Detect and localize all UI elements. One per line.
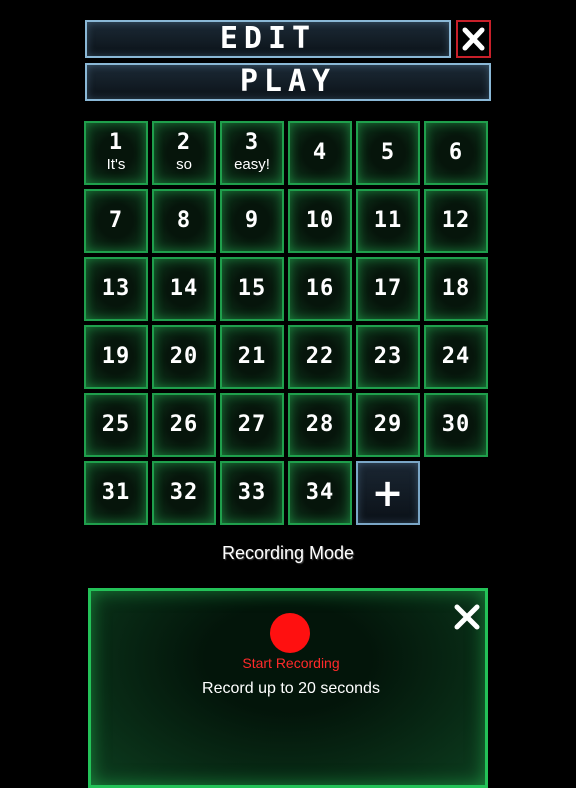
sound-button[interactable]: 25 xyxy=(84,393,148,457)
sound-button[interactable]: 13 xyxy=(84,257,148,321)
play-button[interactable]: PLAY xyxy=(85,63,491,101)
sound-button[interactable]: 3 easy! xyxy=(220,121,284,185)
sound-button-number: 22 xyxy=(305,344,335,369)
sound-button-number: 18 xyxy=(441,276,471,301)
sound-button[interactable]: 10 xyxy=(288,189,352,253)
sound-button-caption: It's xyxy=(106,156,126,173)
sound-button[interactable]: 15 xyxy=(220,257,284,321)
sound-button[interactable]: 14 xyxy=(152,257,216,321)
sound-button-number: 13 xyxy=(101,276,131,301)
sound-button[interactable]: 2 so xyxy=(152,121,216,185)
sound-button[interactable]: 34 xyxy=(288,461,352,525)
sound-button-number: 3 xyxy=(244,130,260,155)
sound-button[interactable]: 8 xyxy=(152,189,216,253)
add-sound-button[interactable]: + xyxy=(356,461,420,525)
sound-button-grid: 1 It's 2 so 3 easy! 4 5 6 7 8 9 10 11 12 13 14 15 16 17 18 19… xyxy=(84,121,488,525)
sound-button-number: 2 xyxy=(176,130,192,155)
plus-icon: + xyxy=(371,471,405,515)
sound-button-caption: so xyxy=(176,156,192,173)
close-icon[interactable] xyxy=(453,603,481,631)
sound-button[interactable]: 32 xyxy=(152,461,216,525)
sound-button-number: 29 xyxy=(373,412,403,437)
sound-button[interactable]: 29 xyxy=(356,393,420,457)
sound-button-number: 32 xyxy=(169,480,199,505)
close-button[interactable] xyxy=(456,20,491,58)
sound-button-number: 11 xyxy=(373,208,403,233)
sound-button-number: 5 xyxy=(380,140,396,165)
sound-button[interactable]: 16 xyxy=(288,257,352,321)
sound-button-number: 23 xyxy=(373,344,403,369)
sound-button[interactable]: 7 xyxy=(84,189,148,253)
sound-button-number: 30 xyxy=(441,412,471,437)
record-button[interactable] xyxy=(270,613,310,653)
sound-button[interactable]: 27 xyxy=(220,393,284,457)
sound-button-number: 19 xyxy=(101,344,131,369)
sound-button[interactable]: 1 It's xyxy=(84,121,148,185)
sound-button[interactable]: 17 xyxy=(356,257,420,321)
sound-button[interactable]: 30 xyxy=(424,393,488,457)
sound-button[interactable]: 5 xyxy=(356,121,420,185)
sound-button-number: 14 xyxy=(169,276,199,301)
recording-panel: Start Recording Record up to 20 seconds xyxy=(88,588,488,788)
sound-button[interactable]: 9 xyxy=(220,189,284,253)
sound-button-number: 28 xyxy=(305,412,335,437)
sound-button[interactable]: 24 xyxy=(424,325,488,389)
sound-button[interactable]: 4 xyxy=(288,121,352,185)
recording-description: Record up to 20 seconds xyxy=(202,680,380,697)
sound-button[interactable]: 22 xyxy=(288,325,352,389)
sound-button-number: 21 xyxy=(237,344,267,369)
sound-button-number: 34 xyxy=(305,480,335,505)
sound-button[interactable]: 20 xyxy=(152,325,216,389)
sound-button[interactable]: 12 xyxy=(424,189,488,253)
sound-button[interactable]: 26 xyxy=(152,393,216,457)
sound-button-number: 6 xyxy=(448,140,464,165)
sound-button-number: 16 xyxy=(305,276,335,301)
sound-button-number: 1 xyxy=(108,130,124,155)
sound-button-number: 17 xyxy=(373,276,403,301)
sound-button-number: 8 xyxy=(176,208,192,233)
start-recording-label[interactable]: Start Recording xyxy=(91,655,491,671)
sound-button[interactable]: 21 xyxy=(220,325,284,389)
sound-button-number: 10 xyxy=(305,208,335,233)
sound-button-number: 9 xyxy=(244,208,260,233)
sound-button[interactable]: 33 xyxy=(220,461,284,525)
sound-button[interactable]: 19 xyxy=(84,325,148,389)
sound-button-number: 15 xyxy=(237,276,267,301)
sound-button[interactable]: 23 xyxy=(356,325,420,389)
sound-button[interactable]: 31 xyxy=(84,461,148,525)
sound-button[interactable]: 6 xyxy=(424,121,488,185)
sound-button-number: 7 xyxy=(108,208,124,233)
recording-mode-label: Recording Mode xyxy=(221,543,355,563)
sound-button-number: 24 xyxy=(441,344,471,369)
sound-button[interactable]: 18 xyxy=(424,257,488,321)
sound-button-caption: easy! xyxy=(234,156,270,173)
edit-button[interactable]: EDIT xyxy=(85,20,451,58)
sound-button-number: 31 xyxy=(101,480,131,505)
sound-button[interactable]: 28 xyxy=(288,393,352,457)
sound-button-number: 26 xyxy=(169,412,199,437)
sound-button-number: 25 xyxy=(101,412,131,437)
sound-button-number: 20 xyxy=(169,344,199,369)
sound-button-number: 4 xyxy=(312,140,328,165)
sound-button[interactable]: 11 xyxy=(356,189,420,253)
sound-button-number: 12 xyxy=(441,208,471,233)
sound-button-number: 27 xyxy=(237,412,267,437)
close-icon xyxy=(462,27,485,51)
sound-button-number: 33 xyxy=(237,480,267,505)
